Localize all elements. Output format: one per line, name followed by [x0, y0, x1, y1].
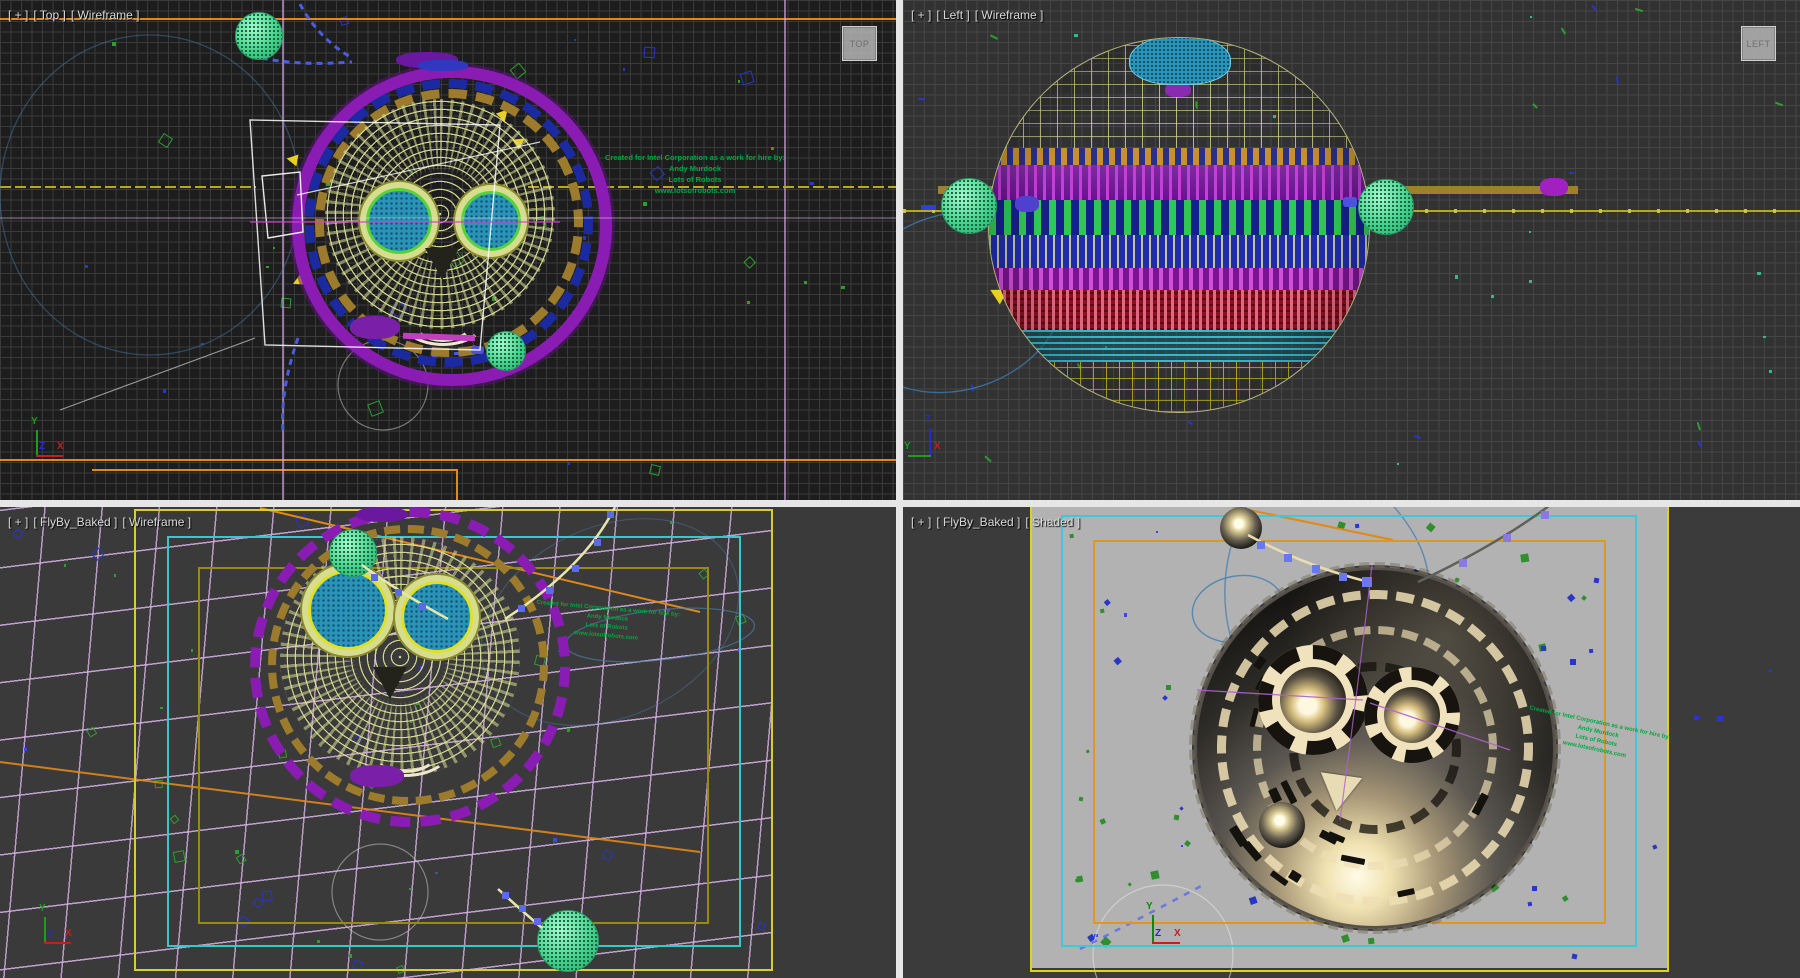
viewport-view-button[interactable]: [ Top ]	[33, 8, 65, 22]
viewport-view-button[interactable]: [ FlyBy_Baked ]	[33, 515, 117, 529]
space-station-left-view[interactable]	[988, 37, 1370, 413]
viewport-label[interactable]: [ + ] [ FlyBy_Baked ] [ Wireframe ]	[8, 515, 191, 529]
viewport-shading-button[interactable]: [ Wireframe ]	[122, 515, 191, 529]
mesh-moon-left[interactable]	[941, 178, 997, 234]
viewport-left-wireframe[interactable]: [ + ] [ Left ] [ Wireframe ] LEFT Z Y X	[903, 0, 1800, 500]
viewport-menu-button[interactable]: [ + ]	[8, 8, 28, 22]
viewport-label[interactable]: [ + ] [ FlyBy_Baked ] [ Shaded ]	[911, 515, 1080, 529]
watermark-text: Created for Intel Corporation as a work …	[604, 152, 786, 196]
viewport-view-button[interactable]: [ Left ]	[936, 8, 969, 22]
3dsmax-viewport-canvas: { "viewports": [ { "menu": "[ + ]", "vie…	[0, 0, 1800, 978]
viewport-menu-button[interactable]: [ + ]	[911, 515, 931, 529]
flight-path	[0, 507, 896, 978]
viewport-menu-button[interactable]: [ + ]	[8, 515, 28, 529]
viewport-label[interactable]: [ + ] [ Top ] [ Wireframe ]	[8, 8, 139, 22]
scene-lines-front	[0, 0, 896, 500]
viewport-view-button[interactable]: [ FlyBy_Baked ]	[936, 515, 1020, 529]
viewport-flyby-wireframe[interactable]: [ + ] [ FlyBy_Baked ] [ Wireframe ] Crea…	[0, 507, 896, 978]
mesh-moon-right[interactable]	[1358, 179, 1414, 235]
viewport-shading-button[interactable]: [ Wireframe ]	[975, 8, 1044, 22]
viewport-top-wireframe[interactable]: [ + ] [ Top ] [ Wireframe ] TOP Created …	[0, 0, 896, 500]
viewport-shading-button[interactable]: [ Shaded ]	[1025, 515, 1080, 529]
viewcube[interactable]: TOP	[842, 26, 877, 61]
viewport-shading-button[interactable]: [ Wireframe ]	[71, 8, 140, 22]
viewport-flyby-shaded[interactable]: [ + ] [ FlyBy_Baked ] [ Shaded ] Created…	[903, 507, 1800, 978]
viewcube[interactable]: LEFT	[1741, 26, 1776, 61]
viewport-menu-button[interactable]: [ + ]	[911, 8, 931, 22]
viewport-label[interactable]: [ + ] [ Left ] [ Wireframe ]	[911, 8, 1043, 22]
